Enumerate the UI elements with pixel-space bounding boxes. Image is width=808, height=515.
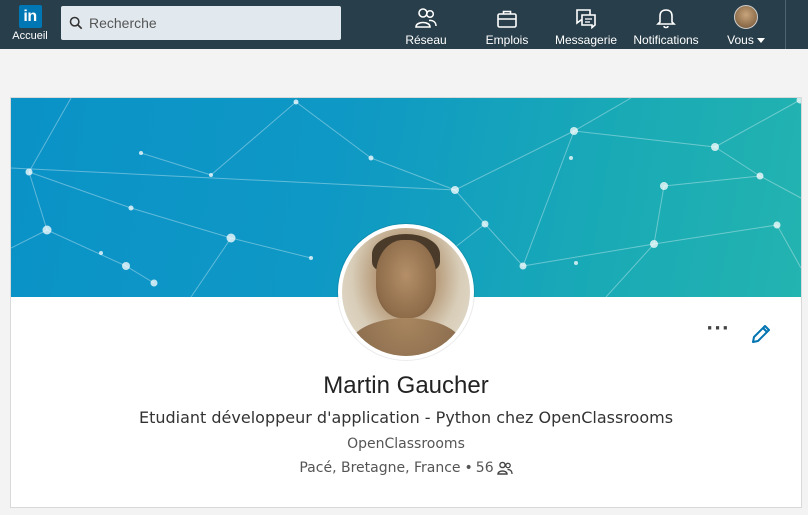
profile-card: ··· Martin Gaucher Etudiant développeur … bbox=[10, 97, 802, 508]
edit-profile-button[interactable] bbox=[749, 322, 775, 348]
bell-icon bbox=[656, 9, 676, 29]
nav-item-messaging-label: Messagerie bbox=[555, 33, 618, 47]
avatar bbox=[734, 5, 758, 29]
profile-location: Pacé, Bretagne, France bbox=[299, 460, 461, 476]
nav-item-me-label: Vous bbox=[727, 33, 754, 47]
connections-icon bbox=[496, 461, 513, 475]
connections-link[interactable]: • 56 bbox=[465, 460, 513, 476]
separator: • bbox=[464, 460, 473, 476]
nav-item-jobs-label: Emplois bbox=[485, 33, 529, 47]
briefcase-icon bbox=[497, 10, 517, 28]
profile-photo[interactable] bbox=[338, 224, 474, 360]
people-icon bbox=[415, 8, 437, 28]
profile-name: Martin Gaucher bbox=[323, 372, 489, 399]
nav-item-notifications-label: Notifications bbox=[633, 33, 699, 47]
home-nav-item[interactable]: in Accueil bbox=[8, 5, 52, 42]
nav-divider bbox=[785, 0, 786, 49]
profile-headline: Etudiant développeur d'application - Pyt… bbox=[138, 408, 674, 427]
nav-item-jobs[interactable]: Emplois bbox=[483, 5, 531, 47]
top-navbar: in Accueil Réseau Emplois bbox=[0, 0, 808, 49]
search-input[interactable] bbox=[89, 15, 329, 31]
nav-item-network-label: Réseau bbox=[405, 33, 447, 47]
profile-company[interactable]: OpenClassrooms bbox=[11, 436, 801, 452]
search-box[interactable] bbox=[61, 6, 341, 40]
nav-item-network[interactable]: Réseau bbox=[402, 5, 450, 47]
home-label: Accueil bbox=[12, 30, 48, 42]
nav-item-notifications[interactable]: Notifications bbox=[630, 5, 702, 47]
connections-count: 56 bbox=[475, 460, 494, 476]
nav-item-me[interactable]: Vous bbox=[724, 5, 768, 47]
profile-location-row: Pacé, Bretagne, France • 56 bbox=[11, 460, 801, 476]
messaging-icon bbox=[576, 9, 596, 29]
pencil-icon bbox=[752, 325, 770, 343]
profile-photo-image bbox=[342, 228, 470, 356]
more-options-button[interactable]: ··· bbox=[703, 320, 733, 346]
nav-item-messaging[interactable]: Messagerie bbox=[555, 5, 617, 47]
caret-down-icon bbox=[756, 38, 765, 44]
search-icon bbox=[69, 16, 83, 30]
linkedin-logo-icon: in bbox=[18, 5, 42, 28]
